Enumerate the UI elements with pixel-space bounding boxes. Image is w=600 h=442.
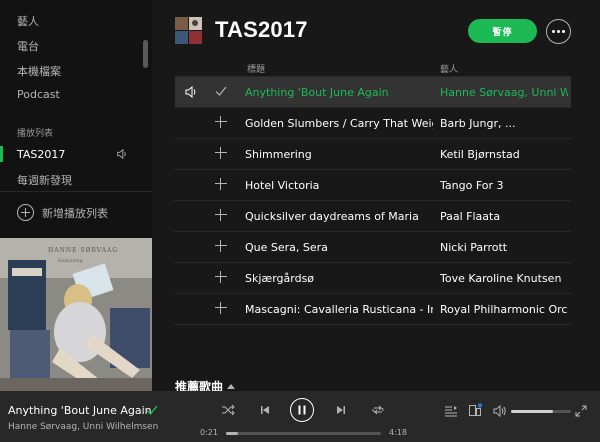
now-playing-title[interactable]: Anything 'Bout June Again bbox=[8, 404, 152, 417]
plus-icon[interactable] bbox=[215, 209, 227, 221]
track-artist[interactable]: Paal Flaata bbox=[440, 210, 568, 223]
sidebar-scrollbar[interactable] bbox=[143, 40, 148, 68]
playlists-heading: 播放列表 bbox=[17, 129, 54, 139]
sidebar-item-local-files[interactable]: 本機檔案 bbox=[17, 63, 61, 79]
sidebar-item-radio[interactable]: 電台 bbox=[17, 38, 39, 54]
plus-icon[interactable] bbox=[215, 271, 227, 283]
fullscreen-icon[interactable] bbox=[574, 404, 588, 418]
track-title: Shimmering bbox=[245, 148, 312, 161]
column-header-artist[interactable]: 藝人 bbox=[440, 62, 458, 75]
track-row[interactable]: Golden Slumbers / Carry That Weight Barb… bbox=[175, 108, 571, 139]
check-icon[interactable] bbox=[214, 84, 228, 98]
skip-back-icon[interactable] bbox=[258, 403, 272, 417]
volume-fill bbox=[511, 410, 553, 413]
now-playing-artist[interactable]: Hanne Sørvaag, Unni Wilhelmsen bbox=[8, 422, 158, 432]
speaker-icon bbox=[117, 148, 126, 160]
total-time: 4:18 bbox=[389, 428, 407, 437]
devices-icon[interactable] bbox=[468, 403, 482, 417]
active-playlist-indicator bbox=[0, 146, 3, 162]
repeat-icon[interactable] bbox=[371, 403, 385, 417]
track-title: Mascagni: Cavalleria Rusticana - Interme… bbox=[245, 303, 433, 316]
track-title: Skjærgårdsø bbox=[245, 272, 315, 285]
volume-icon[interactable] bbox=[493, 404, 507, 418]
track-title: Quicksilver daydreams of Maria bbox=[245, 210, 419, 223]
plus-icon[interactable] bbox=[215, 240, 227, 252]
track-title: Golden Slumbers / Carry That Weight bbox=[245, 117, 433, 130]
speaker-icon bbox=[185, 85, 196, 99]
track-artist[interactable]: Nicki Parrott bbox=[440, 241, 568, 254]
new-playlist-label: 新增播放列表 bbox=[42, 206, 108, 220]
plus-circle-icon bbox=[17, 204, 34, 221]
track-artist[interactable]: Ketil Bjørnstad bbox=[440, 148, 568, 161]
sidebar-item-podcast[interactable]: Podcast bbox=[17, 88, 60, 101]
playlist-title: TAS2017 bbox=[215, 17, 308, 42]
sidebar-divider bbox=[0, 191, 152, 192]
track-title: Que Sera, Sera bbox=[245, 241, 328, 254]
track-artist[interactable]: Tango For 3 bbox=[440, 179, 568, 192]
progress-fill bbox=[226, 432, 239, 435]
track-artist[interactable]: Hanne Sørvaag, Unni Wilhelmsen bbox=[440, 86, 568, 99]
main-content: TAS2017 暫停 標題 藝人 Anything 'Bout June Aga… bbox=[152, 0, 600, 391]
sidebar-playlist-tas2017[interactable]: TAS2017 bbox=[17, 148, 65, 161]
queue-icon[interactable] bbox=[444, 404, 458, 418]
volume-slider[interactable] bbox=[511, 410, 571, 413]
track-row[interactable]: Quicksilver daydreams of Maria Paal Flaa… bbox=[175, 201, 571, 232]
svg-text:HANNE SØRVAAG: HANNE SØRVAAG bbox=[48, 247, 118, 254]
new-playlist-button[interactable]: 新增播放列表 bbox=[17, 204, 108, 221]
track-row[interactable]: Anything 'Bout June Again Hanne Sørvaag,… bbox=[175, 77, 571, 108]
plus-icon[interactable] bbox=[215, 302, 227, 314]
recommended-heading[interactable]: 推薦歌曲 bbox=[175, 378, 236, 391]
elapsed-time: 0:21 bbox=[200, 428, 218, 437]
recommended-label: 推薦歌曲 bbox=[175, 380, 224, 391]
track-row[interactable]: Skjærgårdsø Tove Karoline Knutsen bbox=[175, 263, 571, 294]
column-header-title[interactable]: 標題 bbox=[247, 62, 265, 75]
track-row[interactable]: Mascagni: Cavalleria Rusticana - Interme… bbox=[175, 294, 571, 325]
plus-icon[interactable] bbox=[215, 147, 227, 159]
plus-icon[interactable] bbox=[215, 116, 227, 128]
progress-bar[interactable] bbox=[226, 432, 381, 435]
track-title: Anything 'Bout June Again bbox=[245, 86, 389, 99]
more-icon[interactable] bbox=[546, 19, 571, 44]
caret-up-icon bbox=[227, 384, 236, 389]
pause-button[interactable]: 暫停 bbox=[468, 19, 537, 43]
track-artist[interactable]: Royal Philharmonic Orchestra bbox=[440, 303, 568, 316]
track-row[interactable]: Que Sera, Sera Nicki Parrott bbox=[175, 232, 571, 263]
track-artist[interactable]: Tove Karoline Knutsen bbox=[440, 272, 568, 285]
pause-icon[interactable] bbox=[290, 398, 314, 422]
track-row[interactable]: Shimmering Ketil Bjørnstad bbox=[175, 139, 571, 170]
plus-icon[interactable] bbox=[215, 178, 227, 190]
track-row[interactable]: Hotel Victoria Tango For 3 bbox=[175, 170, 571, 201]
shuffle-icon[interactable] bbox=[221, 403, 235, 417]
track-artist[interactable]: Barb Jungr, ... bbox=[440, 117, 568, 130]
track-title: Hotel Victoria bbox=[245, 179, 320, 192]
track-list: Anything 'Bout June Again Hanne Sørvaag,… bbox=[175, 77, 571, 325]
playlist-cover bbox=[175, 17, 202, 44]
check-icon[interactable] bbox=[145, 403, 159, 417]
svg-text:Featuring: Featuring bbox=[58, 258, 84, 264]
sidebar: 藝人 電台 本機檔案 Podcast 播放列表 TAS2017 每週新發現 新增… bbox=[0, 0, 152, 391]
sidebar-playlist-discover-weekly[interactable]: 每週新發現 bbox=[17, 172, 72, 188]
sidebar-item-artists[interactable]: 藝人 bbox=[17, 13, 39, 29]
player-bar: Anything 'Bout June Again Hanne Sørvaag,… bbox=[0, 391, 600, 442]
album-art[interactable]: HANNE SØRVAAG Featuring bbox=[0, 238, 152, 391]
skip-forward-icon[interactable] bbox=[334, 403, 348, 417]
